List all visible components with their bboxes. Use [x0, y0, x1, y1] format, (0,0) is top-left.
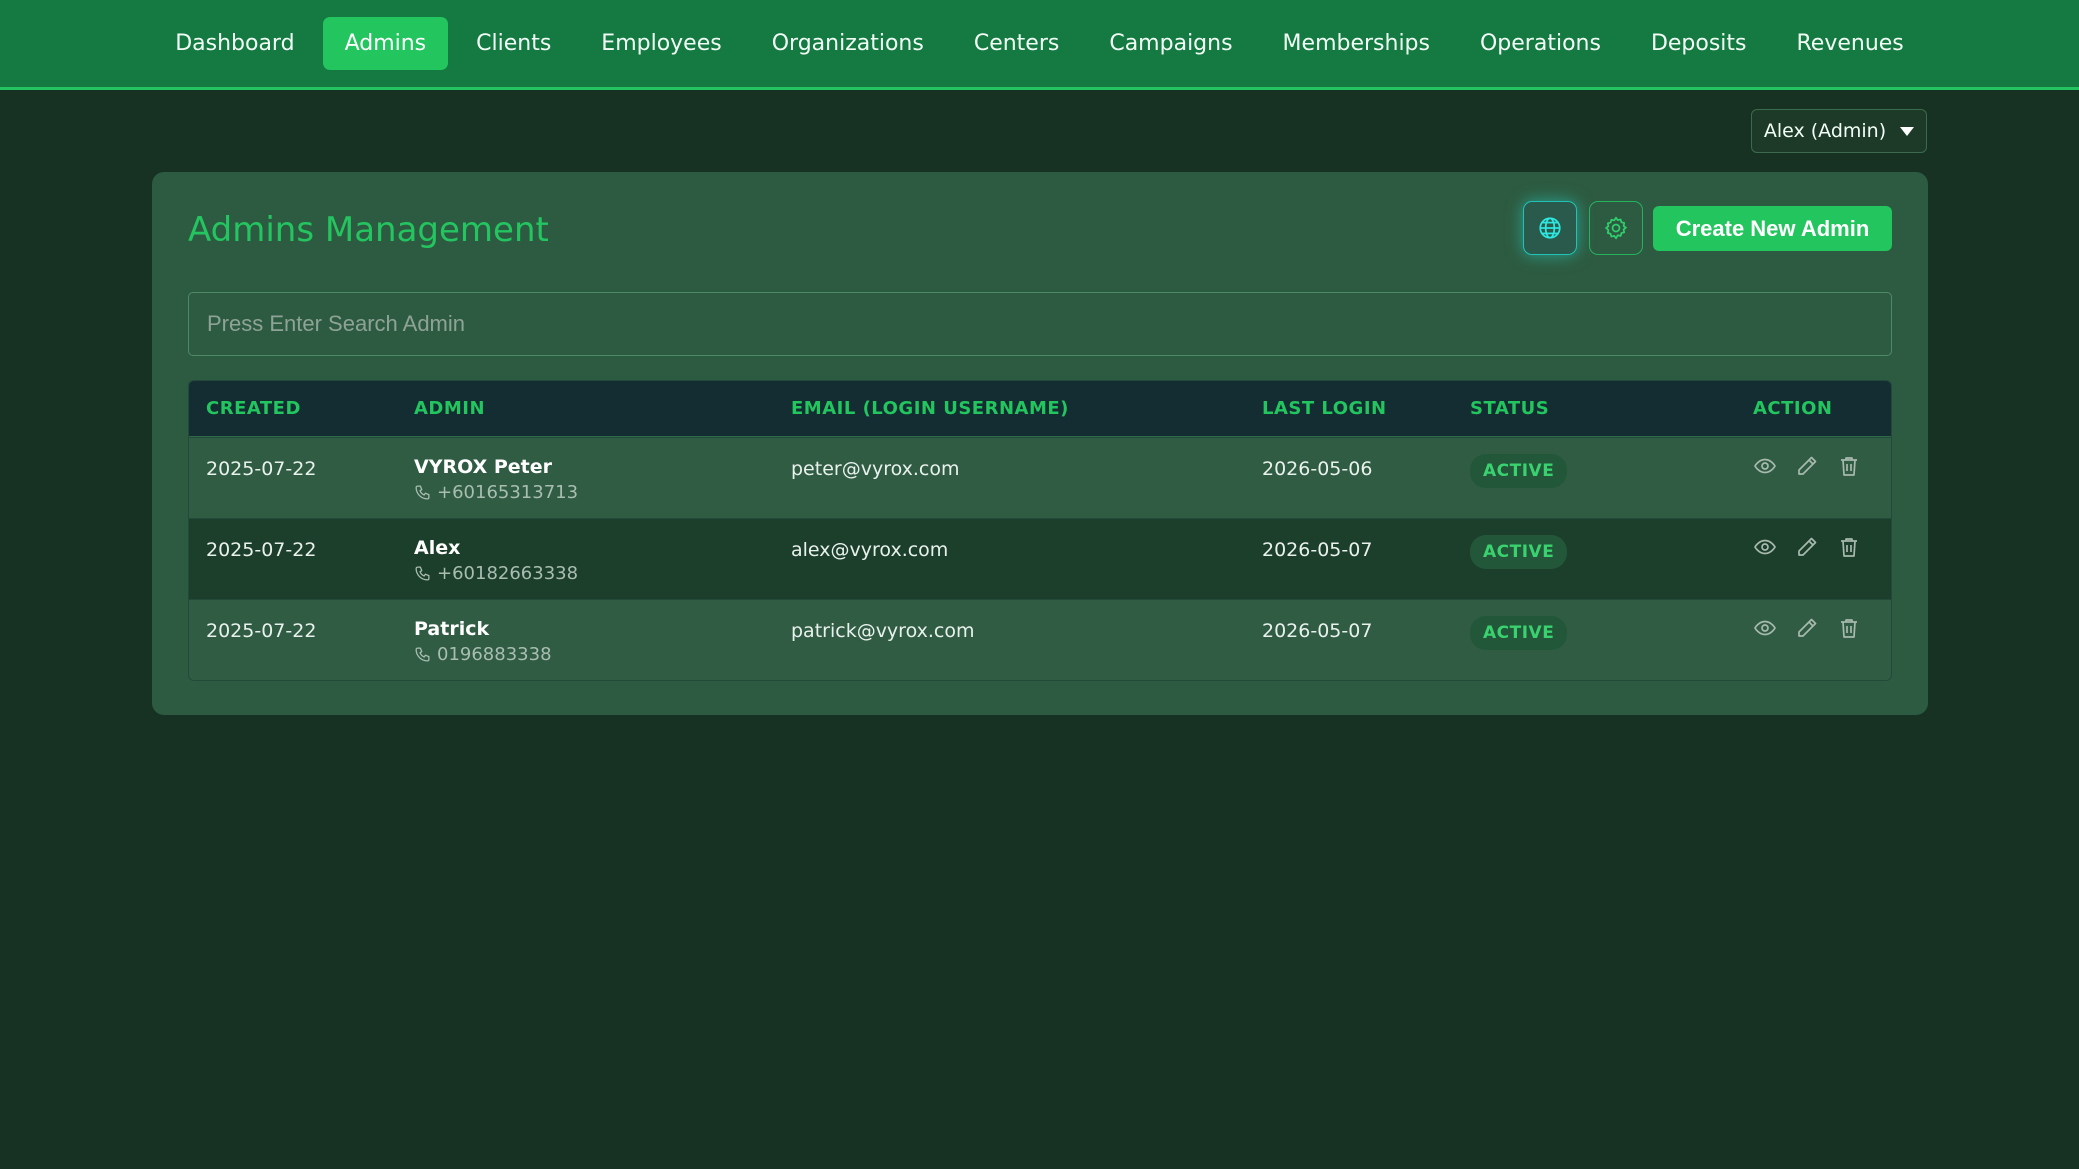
phone-icon [414, 646, 431, 663]
phone-number: 0196883338 [437, 644, 552, 665]
globe-icon [1537, 215, 1563, 241]
user-menu-dropdown[interactable]: Alex (Admin) [1751, 109, 1927, 153]
nav-item-memberships[interactable]: Memberships [1261, 17, 1452, 70]
table-row: 2025-07-22 Patrick 0196883338 patrick@vy… [189, 599, 1891, 680]
phone-number: +60165313713 [437, 482, 579, 503]
phone-icon [414, 565, 431, 582]
pencil-icon[interactable] [1795, 454, 1819, 478]
column-header-status[interactable]: STATUS [1470, 398, 1549, 419]
status-badge: ACTIVE [1470, 616, 1568, 650]
admin-phone: +60182663338 [414, 563, 578, 584]
nav-item-deposits[interactable]: Deposits [1629, 17, 1769, 70]
page-title: Admins Management [188, 210, 549, 250]
trash-icon[interactable] [1837, 616, 1861, 640]
trash-icon[interactable] [1837, 454, 1861, 478]
caret-down-icon [1900, 126, 1915, 136]
status-badge: ACTIVE [1470, 535, 1568, 569]
settings-button[interactable] [1589, 201, 1643, 255]
last-login-date: 2026-05-07 [1262, 620, 1373, 642]
admin-name: VYROX Peter [414, 456, 552, 478]
table-row: 2025-07-22 Alex +60182663338 alex@vyrox.… [189, 518, 1891, 599]
column-header-admin[interactable]: ADMIN [414, 398, 485, 419]
nav-item-operations[interactable]: Operations [1458, 17, 1623, 70]
column-header-email[interactable]: EMAIL (LOGIN USERNAME) [791, 398, 1069, 419]
language-button[interactable] [1523, 201, 1577, 255]
created-date: 2025-07-22 [206, 458, 317, 480]
admin-email: patrick@vyrox.com [791, 620, 975, 642]
admin-name: Alex [414, 537, 461, 559]
eye-icon[interactable] [1753, 616, 1777, 640]
column-header-action: ACTION [1753, 398, 1833, 419]
nav-item-clients[interactable]: Clients [454, 17, 573, 70]
nav-item-revenues[interactable]: Revenues [1775, 17, 1926, 70]
table-header: CREATED ADMIN EMAIL (LOGIN USERNAME) LAS… [189, 381, 1891, 437]
nav-item-employees[interactable]: Employees [579, 17, 743, 70]
phone-icon [414, 484, 431, 501]
eye-icon[interactable] [1753, 535, 1777, 559]
admins-table: CREATED ADMIN EMAIL (LOGIN USERNAME) LAS… [188, 380, 1892, 681]
nav-item-organizations[interactable]: Organizations [750, 17, 946, 70]
nav-item-campaigns[interactable]: Campaigns [1087, 17, 1254, 70]
column-header-created[interactable]: CREATED [206, 398, 301, 419]
nav-item-centers[interactable]: Centers [952, 17, 1082, 70]
user-menu-label: Alex (Admin) [1763, 120, 1887, 142]
phone-number: +60182663338 [437, 563, 579, 584]
top-navigation: Dashboard Admins Clients Employees Organ… [0, 0, 2079, 90]
last-login-date: 2026-05-07 [1262, 539, 1373, 561]
nav-list: Dashboard Admins Clients Employees Organ… [153, 17, 1926, 70]
create-new-admin-button[interactable]: Create New Admin [1653, 206, 1892, 251]
admin-phone: 0196883338 [414, 644, 552, 665]
eye-icon[interactable] [1753, 454, 1777, 478]
status-badge: ACTIVE [1470, 454, 1568, 488]
row-actions [1753, 535, 1861, 559]
admin-email: peter@vyrox.com [791, 458, 960, 480]
column-header-last-login[interactable]: LAST LOGIN [1262, 398, 1387, 419]
pencil-icon[interactable] [1795, 535, 1819, 559]
created-date: 2025-07-22 [206, 539, 317, 561]
pencil-icon[interactable] [1795, 616, 1819, 640]
row-actions [1753, 616, 1861, 640]
nav-item-admins[interactable]: Admins [322, 17, 449, 70]
admin-email: alex@vyrox.com [791, 539, 949, 561]
admins-card: Admins Management Create New Admin CREAT… [152, 172, 1928, 715]
created-date: 2025-07-22 [206, 620, 317, 642]
last-login-date: 2026-05-06 [1262, 458, 1373, 480]
nav-item-dashboard[interactable]: Dashboard [153, 17, 316, 70]
search-input[interactable] [188, 292, 1892, 356]
row-actions [1753, 454, 1861, 478]
gear-icon [1603, 215, 1629, 241]
admin-phone: +60165313713 [414, 482, 578, 503]
table-row: 2025-07-22 VYROX Peter +60165313713 pete… [189, 437, 1891, 518]
admin-name: Patrick [414, 618, 490, 640]
trash-icon[interactable] [1837, 535, 1861, 559]
